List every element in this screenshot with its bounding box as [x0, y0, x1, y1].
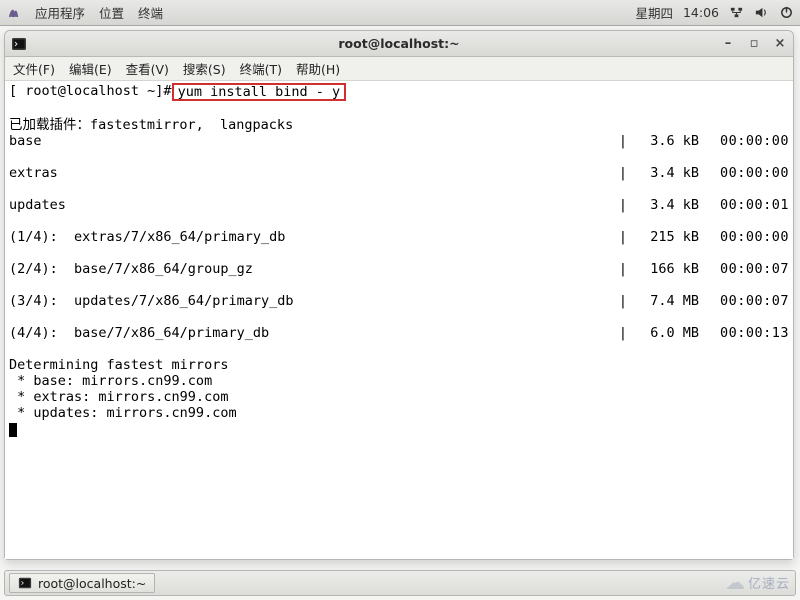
terminal-icon: [11, 36, 27, 52]
mirror-line: * base: mirrors.cn99.com: [9, 373, 212, 389]
repo-row: base|3.6 kB00:00:00: [9, 133, 789, 149]
download-row: (2/4): base/7/x86_64/group_gz|166 kB00:0…: [9, 261, 789, 277]
terminal-window: root@localhost:~ – ▫ × 文件(F) 编辑(E) 查看(V)…: [4, 30, 794, 560]
menu-help[interactable]: 帮助(H): [296, 59, 340, 78]
maximize-button[interactable]: ▫: [747, 36, 761, 51]
close-button[interactable]: ×: [773, 36, 787, 51]
distro-foot-icon: [6, 5, 21, 20]
window-title: root@localhost:~: [5, 36, 793, 51]
panel-menu-terminal[interactable]: 终端: [138, 3, 163, 22]
output-plugins-line: 已加载插件：fastestmirror, langpacks: [9, 117, 293, 133]
network-icon[interactable]: [729, 5, 744, 20]
repo-row: extras|3.4 kB00:00:00: [9, 165, 789, 181]
mirror-line: * extras: mirrors.cn99.com: [9, 389, 228, 405]
volume-icon[interactable]: [754, 5, 769, 20]
panel-menu-applications[interactable]: 应用程序: [35, 3, 85, 22]
menu-search[interactable]: 搜索(S): [183, 59, 226, 78]
task-button-terminal[interactable]: root@localhost:~: [9, 573, 155, 593]
menu-view[interactable]: 查看(V): [126, 59, 169, 78]
clock-day[interactable]: 星期四: [635, 3, 673, 22]
panel-menu-places[interactable]: 位置: [99, 3, 124, 22]
top-panel: 应用程序 位置 终端 星期四 14:06: [0, 0, 800, 26]
download-row: (3/4): updates/7/x86_64/primary_db|7.4 M…: [9, 293, 789, 309]
repo-row: updates|3.4 kB00:00:01: [9, 197, 789, 213]
clock-time[interactable]: 14:06: [683, 5, 719, 20]
mirrors-header: Determining fastest mirrors: [9, 357, 228, 373]
task-button-label: root@localhost:~: [38, 576, 146, 591]
entered-command: yum install bind - y: [172, 83, 347, 101]
menu-edit[interactable]: 编辑(E): [69, 59, 112, 78]
window-titlebar[interactable]: root@localhost:~ – ▫ ×: [5, 31, 793, 57]
shell-prompt: [ root@localhost ~]#: [9, 83, 172, 101]
bottom-taskbar: root@localhost:~: [4, 570, 796, 596]
power-icon[interactable]: [779, 5, 794, 20]
download-row: (1/4): extras/7/x86_64/primary_db|215 kB…: [9, 229, 789, 245]
minimize-button[interactable]: –: [721, 36, 735, 51]
terminal-icon: [18, 576, 32, 590]
menu-terminal[interactable]: 终端(T): [240, 59, 282, 78]
download-row: (4/4): base/7/x86_64/primary_db|6.0 MB00…: [9, 325, 789, 341]
menu-file[interactable]: 文件(F): [13, 59, 55, 78]
terminal-output[interactable]: [ root@localhost ~]# yum install bind - …: [5, 81, 793, 559]
terminal-cursor: [9, 423, 17, 437]
mirror-line: * updates: mirrors.cn99.com: [9, 405, 237, 421]
window-menubar: 文件(F) 编辑(E) 查看(V) 搜索(S) 终端(T) 帮助(H): [5, 57, 793, 81]
